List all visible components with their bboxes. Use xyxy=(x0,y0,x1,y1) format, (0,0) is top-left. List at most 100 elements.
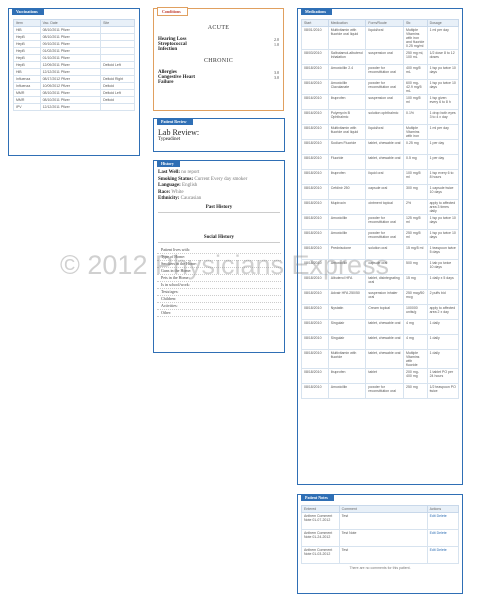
table-row[interactable]: 08/18/2010 Prednisolone solution oral 15 mg… xyxy=(301,244,460,260)
patient-notes-tab[interactable]: Patient Notes xyxy=(301,494,334,501)
table-cell: Influenza xyxy=(13,82,41,90)
table-row[interactable]: 08/16/2010 Polymyxin B Ophthalmic solution… xyxy=(301,109,460,125)
social-history-field[interactable]: Is in school/work: xyxy=(157,282,281,289)
table-row[interactable]: 08/18/2010 Amoxicillin capsule oral 500 mg 1… xyxy=(301,259,460,275)
table-row[interactable]: 08/18/2010 Amoxicillin 2.4 powder for reco… xyxy=(301,64,460,80)
table-row[interactable]: Anthem Comment Note 01-07-2012 Test Edit D… xyxy=(301,512,460,530)
column-header[interactable]: Form/Route xyxy=(365,19,405,27)
column-header[interactable]: Comment xyxy=(338,505,428,513)
social-history-field[interactable]: Guns in the Home: xyxy=(157,268,281,275)
table-row[interactable]: 08/01/2010 Multivitamin with fluoride ora… xyxy=(301,26,460,50)
note-actions-link[interactable]: Edit Delete xyxy=(426,546,460,564)
table-row[interactable]: 08/16/2010 Ibuprofen suspension oral 100 mg… xyxy=(301,94,460,110)
conditions-tab[interactable]: Conditions xyxy=(157,7,188,16)
column-header[interactable]: Entered xyxy=(301,505,340,513)
note-comment: Test xyxy=(338,512,428,530)
table-row[interactable]: 08/18/2010 Multivitamin with fluoride ora… xyxy=(301,124,460,140)
table-row[interactable]: HiB 08/10/2011 Pfizer xyxy=(13,26,135,34)
history-tab[interactable]: History xyxy=(157,160,180,167)
table-cell: 12/12/2011 Pfizer xyxy=(39,103,102,111)
table-row[interactable]: 08/18/2010 Amoxicillin powder for reconsti… xyxy=(301,383,460,399)
table-row[interactable]: HiB 12/12/2011 Pfizer xyxy=(13,68,135,76)
table-cell: 10/09/2012 Pfizer xyxy=(39,82,102,90)
social-history-field[interactable]: Tests/ages: xyxy=(157,289,281,296)
table-row[interactable]: HepB 01/02/2011 Pfizer xyxy=(13,47,135,55)
table-cell: 1 tsp po twice 10 days xyxy=(426,64,460,80)
table-row[interactable]: HepB 09/10/2011 Pfizer xyxy=(13,40,135,48)
column-header[interactable]: Dosage xyxy=(426,19,460,27)
condition-item: Failure xyxy=(154,80,283,85)
column-header[interactable]: Actions xyxy=(426,505,460,513)
table-row[interactable]: 08/18/2010 Amoxicillin powder for reconsti… xyxy=(301,229,460,245)
table-cell: 600 mg-42.9 mg/5 mL xyxy=(403,79,428,95)
table-cell: 08/18/2010 xyxy=(301,229,329,245)
table-cell: 2 puffs bid xyxy=(426,289,460,305)
table-cell: MMR xyxy=(13,96,41,104)
table-row[interactable]: Influenza 08/17/2012 Pfizer Deltoid Right xyxy=(13,75,135,83)
table-cell: 15 mg xyxy=(403,274,428,290)
patient-review-tab[interactable]: Patient Review xyxy=(157,118,193,125)
table-row[interactable]: Anthem Comment Note 01-24-2012 Test Note E… xyxy=(301,529,460,547)
table-cell: Albuterol HFA xyxy=(327,274,367,290)
table-row[interactable]: HepB 01/10/2011 Pfizer xyxy=(13,54,135,62)
table-row[interactable]: Anthem Comment Note 01-03-2012 Test Edit D… xyxy=(301,546,460,564)
table-row[interactable]: 08/18/2010 Nystatin Cream topical 100000 un… xyxy=(301,304,460,320)
table-cell: HepB xyxy=(13,61,41,69)
table-cell: tablet, chewable oral xyxy=(365,349,405,369)
table-cell: Fluoride xyxy=(327,154,367,170)
table-cell: 08/10/2011 Pfizer xyxy=(39,33,102,41)
table-row[interactable]: 08/16/2010 Amoxicillin Clavulanate powder … xyxy=(301,79,460,95)
table-cell: 08/16/2010 xyxy=(301,109,329,125)
table-row[interactable]: MMR 08/10/2011 Pfizer Deltoid Left xyxy=(13,89,135,97)
condition-value: 1.0 xyxy=(274,42,279,47)
table-row[interactable]: 08/18/2010 Singulair tablet, chewable oral… xyxy=(301,319,460,335)
table-row[interactable]: 08/18/2010 Advair HFA 250/50 suspension in… xyxy=(301,289,460,305)
medications-tab[interactable]: Medications xyxy=(301,8,332,15)
table-row[interactable]: MMR 08/10/2011 Pfizer Deltoid xyxy=(13,96,135,104)
column-header[interactable]: Start xyxy=(301,19,329,27)
table-row[interactable]: IPV 12/12/2011 Pfizer xyxy=(13,103,135,111)
table-cell: 300 mg xyxy=(403,184,428,200)
social-history-field[interactable]: Type of Home: xyxy=(157,254,281,261)
table-row[interactable]: 08/18/2010 Albuterol HFA tablet, disintegr… xyxy=(301,274,460,290)
column-header[interactable]: Vac. Date xyxy=(39,19,102,27)
social-history-field[interactable]: Other: xyxy=(157,310,281,317)
history-value: Current Every day smoker xyxy=(194,176,248,182)
table-cell: 08/18/2010 xyxy=(301,368,329,384)
column-header[interactable]: Item xyxy=(13,19,41,27)
social-history-field[interactable]: Smokers in the Home: xyxy=(157,261,281,268)
column-header[interactable]: Site xyxy=(100,19,135,27)
note-actions-link[interactable]: Edit Delete xyxy=(426,512,460,530)
table-row[interactable]: 08/18/2010 Mupirocin ointment topical 2% app… xyxy=(301,199,460,215)
table-row[interactable]: 08/18/2010 Multivitamin with fluoride tabl… xyxy=(301,349,460,369)
table-row[interactable]: 08/18/2010 Amoxicillin powder for reconsti… xyxy=(301,214,460,230)
table-cell: 250 mg ml, 100 mL xyxy=(403,49,428,65)
vaccinations-table: Item Vac. Date Site HiB 08/10/2011 Pfizer He… xyxy=(13,19,135,111)
table-row[interactable]: Influenza 10/09/2012 Pfizer Deltoid xyxy=(13,82,135,90)
social-history-field[interactable]: Children: xyxy=(157,296,281,303)
table-row[interactable]: 08/03/2010 Salbutamol-albuterol Inhalatio… xyxy=(301,49,460,65)
table-cell: Ibuprofen xyxy=(327,94,367,110)
column-header[interactable]: Str. xyxy=(403,19,428,27)
table-row[interactable]: HepB 08/10/2011 Pfizer xyxy=(13,33,135,41)
social-history-field[interactable]: Patient lives with: xyxy=(157,247,281,254)
table-cell: Singulair xyxy=(327,319,367,335)
table-cell: 250 mg/5 ml xyxy=(403,229,428,245)
table-cell: 08/18/2010 xyxy=(301,259,329,275)
note-actions-link[interactable]: Edit Delete xyxy=(426,529,460,547)
table-cell: Influenza xyxy=(13,75,41,83)
table-row[interactable]: 08/18/2010 Ibuprofen tablet 200 mg-400 mg 1 … xyxy=(301,368,460,384)
social-history-field[interactable]: Activities: xyxy=(157,303,281,310)
social-history-field[interactable]: Pets in the Home: xyxy=(157,275,281,282)
table-row[interactable]: 08/18/2010 Cefdinir 250 capsule oral 300 mg… xyxy=(301,184,460,200)
vaccinations-tab[interactable]: Vaccinations xyxy=(12,8,44,15)
table-row[interactable]: 08/18/2010 Singulair tablet, chewable oral… xyxy=(301,334,460,350)
table-row[interactable]: 08/18/2010 Sodium Fluoride tablet, chewabl… xyxy=(301,139,460,155)
table-row[interactable]: 08/18/2010 Fluoride tablet, chewable oral 0… xyxy=(301,154,460,170)
table-cell: 2% xyxy=(403,199,428,215)
table-row[interactable]: 08/18/2010 Ibuprofen liquid oral 100 mg/5 m… xyxy=(301,169,460,185)
condition-value: 3.0 xyxy=(274,75,279,80)
vaccinations-panel: Vaccinations Item Vac. Date Site HiB 08/10/… xyxy=(8,8,140,156)
column-header[interactable]: Medication xyxy=(327,19,367,27)
table-row[interactable]: HepB 12/09/2011 Pfizer Deltoid Left xyxy=(13,61,135,69)
